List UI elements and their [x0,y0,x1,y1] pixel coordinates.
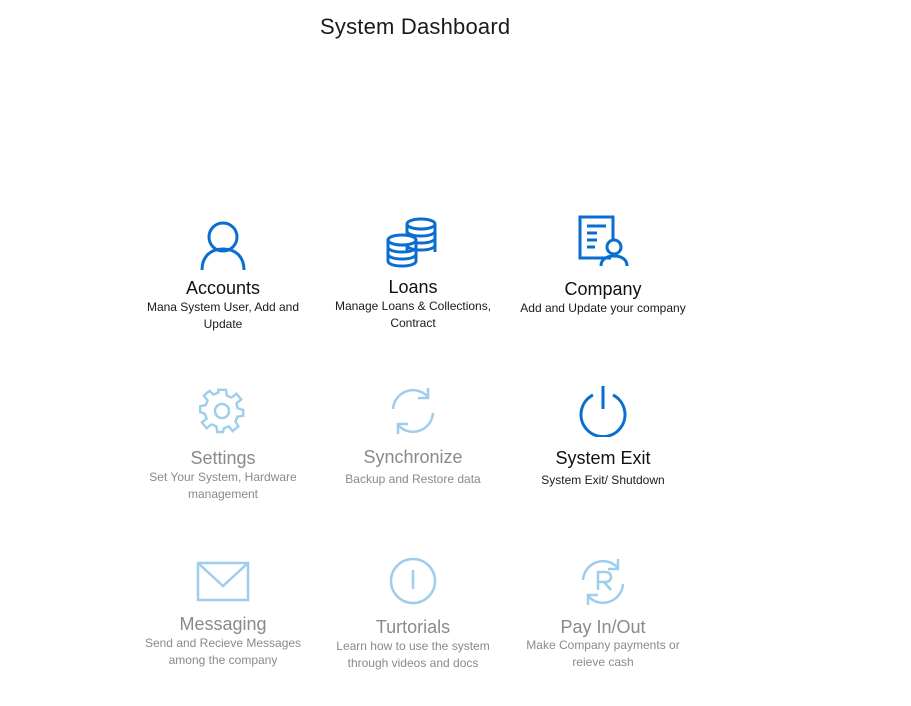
tile-label: Pay In/Out [560,617,646,637]
tile-settings[interactable]: Settings Set Your System, Hardware manag… [123,388,323,503]
tile-accounts[interactable]: Accounts Mana System User, Add and Updat… [123,218,323,333]
tile-label: Synchronize [363,447,463,467]
company-document-icon [503,214,703,272]
tile-messaging[interactable]: Messaging Send and Recieve Messages amon… [123,560,323,669]
tile-description: Set Your System, Hardware management [149,470,297,501]
tile-system-exit[interactable]: System Exit System Exit/ Shutdown [503,385,703,489]
currency-refresh-icon [503,556,703,614]
tile-label: Messaging [179,614,267,634]
tile-pay-in-out[interactable]: Pay In/Out Make Company payments or reie… [503,556,703,671]
sync-icon [313,385,513,443]
tile-label: Accounts [185,278,261,298]
tile-label: Settings [190,448,256,468]
tile-description: Mana System User, Add and Update [146,300,300,331]
tile-label: Company [564,279,642,299]
tile-description: Learn how to use the system through vide… [336,639,490,670]
tile-description: System Exit/ Shutdown [541,473,665,487]
tile-label: Loans [388,277,438,297]
tile-synchronize[interactable]: Synchronize Backup and Restore data [313,385,513,488]
envelope-icon [123,560,323,618]
tile-description: Backup and Restore data [345,472,481,486]
tile-company[interactable]: Company Add and Update your company [503,214,703,317]
dashboard-page: System Dashboard Accounts Mana System Us… [0,0,911,706]
gear-icon [123,388,323,446]
tile-description: Send and Recieve Messages among the comp… [144,636,302,667]
tile-label: Turtorials [375,617,451,637]
tile-description: Add and Update your company [520,301,686,315]
tile-tutorials[interactable]: Turtorials Learn how to use the system t… [313,556,513,672]
info-icon [313,556,513,614]
tile-label: System Exit [555,448,651,468]
page-title: System Dashboard [320,14,511,39]
tile-description: Make Company payments or reieve cash [526,638,680,669]
user-icon [123,218,323,276]
tile-loans[interactable]: Loans Manage Loans & Collections, Contra… [313,216,513,332]
coins-icon [313,216,513,274]
power-icon [503,385,703,443]
tile-description: Manage Loans & Collections, Contract [334,299,492,330]
